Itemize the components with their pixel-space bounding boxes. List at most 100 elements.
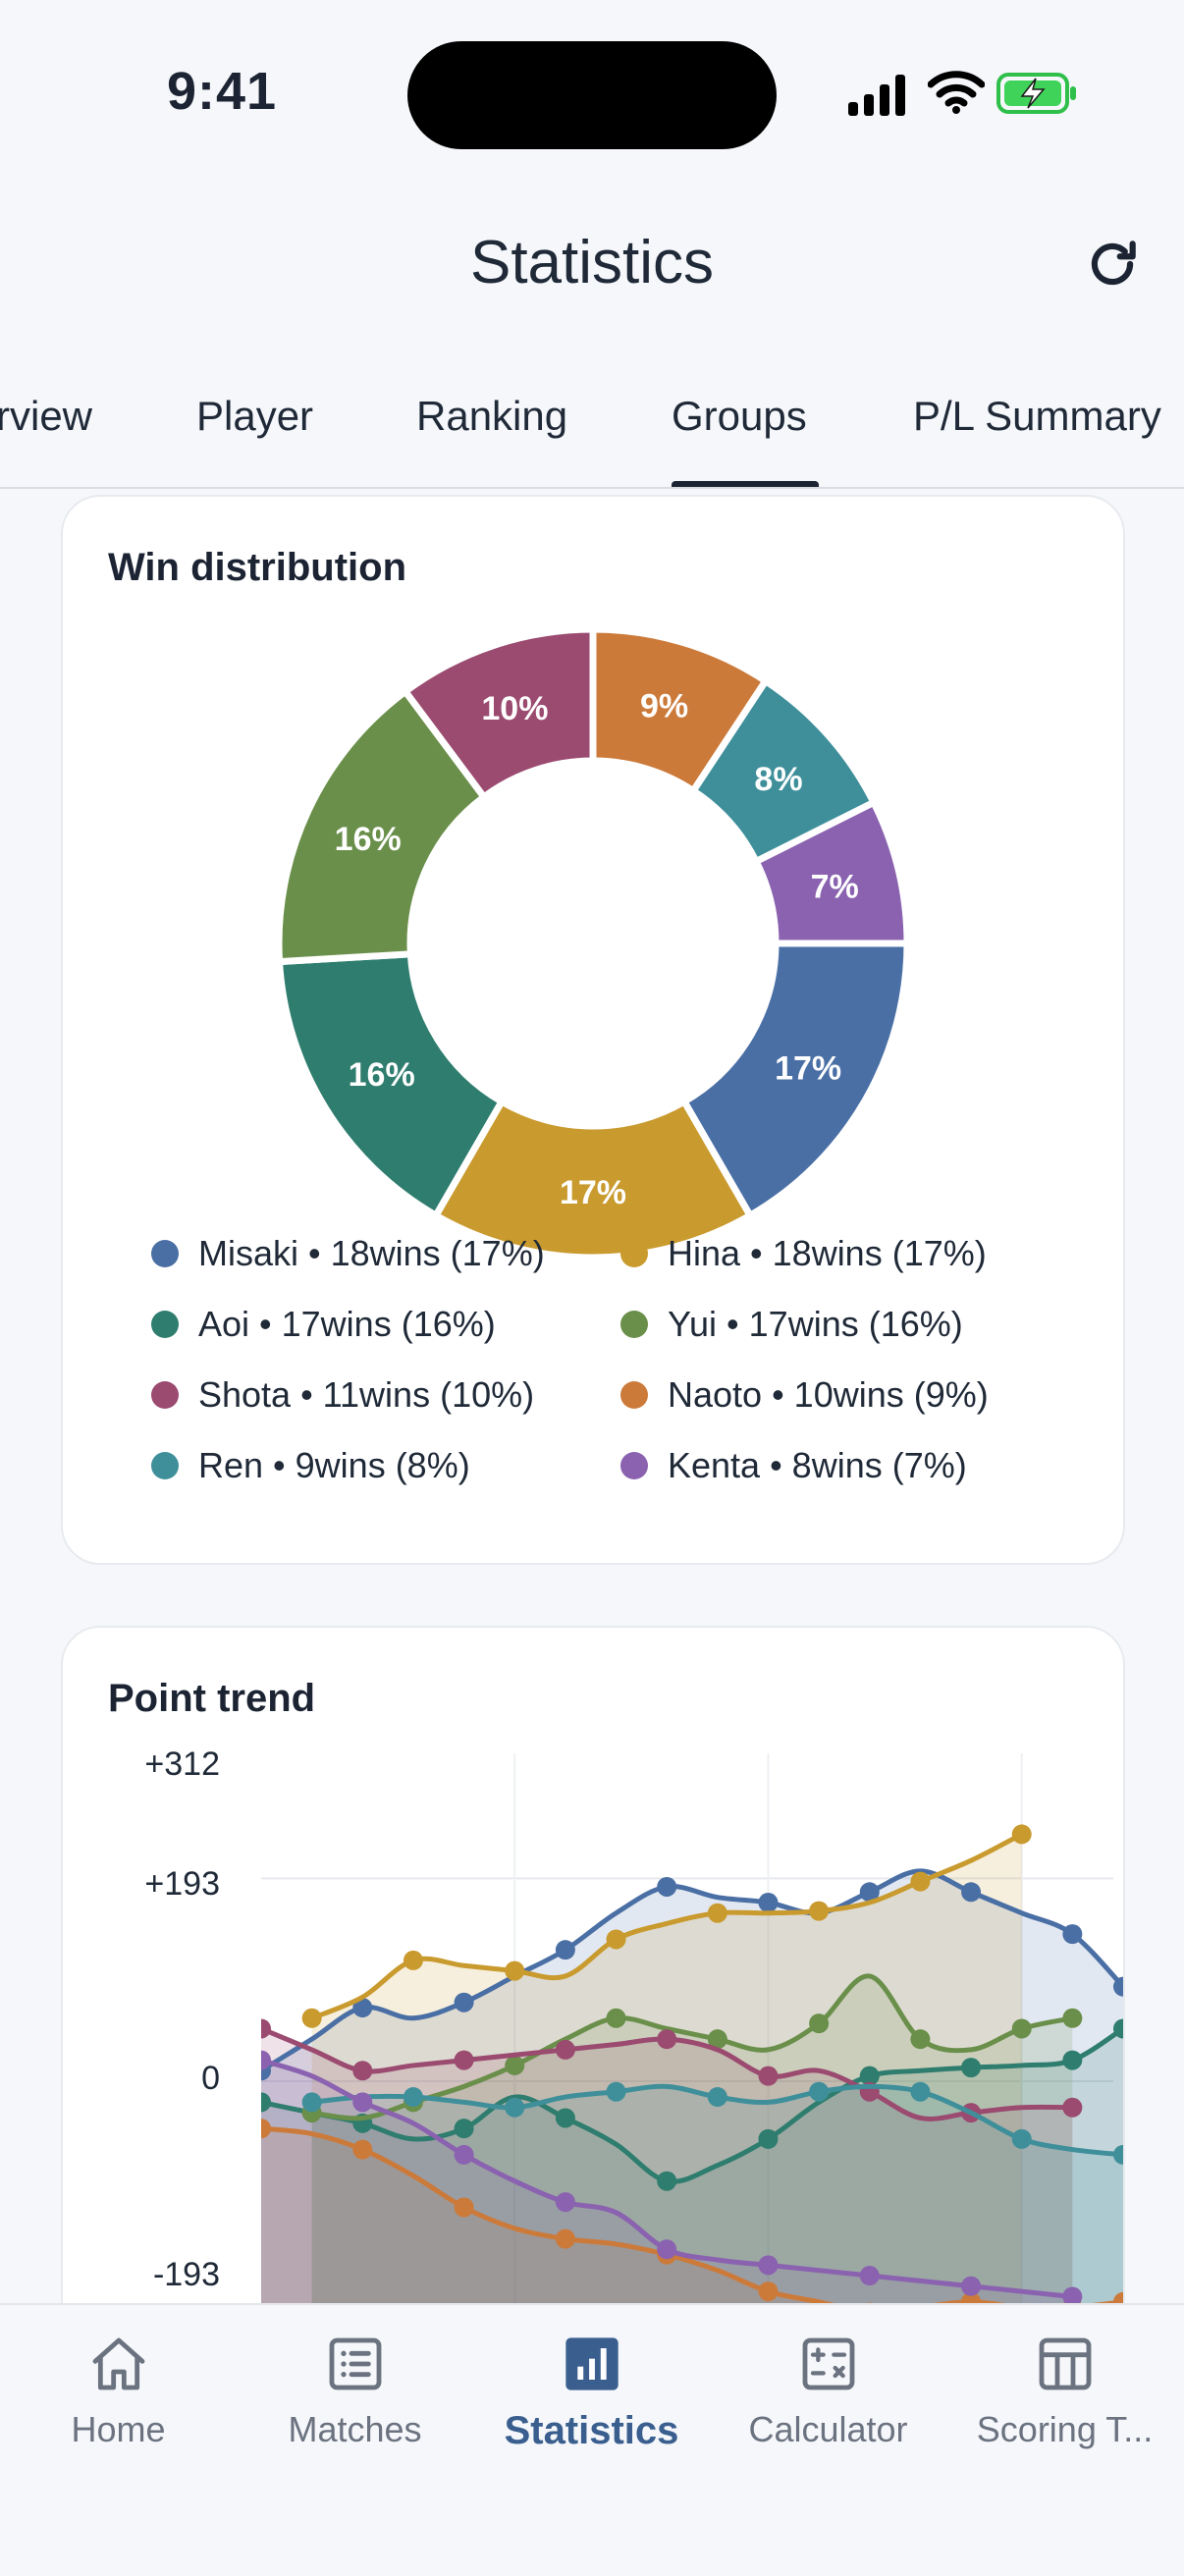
- legend-label: Naoto • 10wins (9%): [668, 1374, 989, 1415]
- donut-slice-label: 16%: [335, 821, 402, 858]
- wifi-icon: [928, 71, 985, 114]
- data-point-misaki: [555, 1940, 575, 1960]
- legend-item-yui: Yui • 17wins (16%): [620, 1304, 963, 1345]
- legend-item-naoto: Naoto • 10wins (9%): [620, 1374, 989, 1416]
- tab-ranking[interactable]: Ranking: [416, 393, 567, 440]
- legend-dot: [151, 1452, 179, 1479]
- legend-label: Ren • 9wins (8%): [198, 1445, 470, 1485]
- data-point-aoi: [454, 2119, 474, 2139]
- data-point-misaki: [1062, 1924, 1083, 1945]
- legend-item-hina: Hina • 18wins (17%): [620, 1233, 987, 1274]
- donut-slice-label: 10%: [481, 690, 548, 727]
- data-point-aoi: [657, 2171, 677, 2191]
- data-point-hina: [301, 2008, 322, 2028]
- data-point-ren: [910, 2081, 931, 2102]
- cellular-signal-icon: [848, 75, 905, 116]
- legend-label: Hina • 18wins (17%): [668, 1233, 987, 1273]
- data-point-hina: [910, 1871, 931, 1892]
- data-point-yui: [910, 2029, 931, 2050]
- tab-divider: [0, 487, 1184, 489]
- tab-bar: rview Player Ranking Groups P/L Summary: [0, 383, 1184, 489]
- data-point-hina: [606, 1929, 626, 1950]
- legend-dot: [620, 1311, 648, 1338]
- data-point-hina: [505, 1960, 525, 1981]
- bar-chart-icon: [565, 2337, 619, 2390]
- data-point-aoi: [758, 2128, 779, 2149]
- data-point-ren: [301, 2092, 322, 2113]
- legend-item-kenta: Kenta • 8wins (7%): [620, 1445, 967, 1486]
- battery-charging-icon: [996, 73, 1076, 114]
- nav-matches[interactable]: Matches: [237, 2333, 473, 2450]
- data-point-hina: [809, 1901, 830, 1921]
- data-point-naoto: [261, 2119, 271, 2139]
- data-point-shota: [261, 2018, 271, 2039]
- tab-player[interactable]: Player: [196, 393, 313, 440]
- legend-label: Kenta • 8wins (7%): [668, 1445, 967, 1485]
- donut-slice-label: 7%: [811, 869, 859, 906]
- data-point-kenta: [261, 2050, 271, 2070]
- calculator-icon: [802, 2337, 854, 2390]
- data-point-kenta: [454, 2144, 474, 2165]
- page-title: Statistics: [469, 229, 715, 296]
- data-point-ren: [1011, 2128, 1032, 2149]
- point-trend-chart: [261, 1753, 1123, 2360]
- tab-pl-summary[interactable]: P/L Summary: [913, 393, 1161, 440]
- plot-area: [261, 1824, 1123, 2360]
- nav-home[interactable]: Home: [0, 2333, 237, 2450]
- legend-label: Misaki • 18wins (17%): [198, 1233, 545, 1273]
- donut-slice-label: 8%: [754, 761, 802, 798]
- data-point-shota: [758, 2066, 779, 2086]
- legend-dot: [151, 1381, 179, 1409]
- status-time: 9:41: [167, 62, 278, 121]
- data-point-kenta: [859, 2266, 880, 2286]
- legend-dot: [151, 1311, 179, 1338]
- data-point-yui: [1011, 2018, 1032, 2039]
- data-point-hina: [1011, 1824, 1032, 1845]
- data-point-shota: [454, 2050, 474, 2070]
- legend-dot: [620, 1381, 648, 1409]
- data-point-naoto: [352, 2139, 373, 2160]
- table-icon: [1039, 2337, 1091, 2390]
- donut-slice-label: 17%: [775, 1050, 841, 1088]
- data-point-kenta: [555, 2192, 575, 2213]
- point-trend-card: Point trend +312 +193 0 -193: [61, 1626, 1125, 2415]
- donut-slice-label: 16%: [349, 1056, 415, 1094]
- donut-slice-label: 9%: [640, 688, 688, 725]
- legend-label: Shota • 11wins (10%): [198, 1374, 535, 1415]
- data-point-ren: [809, 2081, 830, 2102]
- tab-groups[interactable]: Groups: [672, 393, 807, 440]
- nav-scoring-table[interactable]: Scoring T...: [946, 2333, 1183, 2450]
- data-point-aoi: [1062, 2050, 1083, 2070]
- win-distribution-donut-chart: 17% 17% 16% 16% 10% 9% 8% 7%: [275, 625, 911, 1261]
- nav-label: Scoring T...: [976, 2409, 1154, 2449]
- legend-label: Yui • 17wins (16%): [668, 1304, 963, 1344]
- legend-dot: [620, 1452, 648, 1479]
- data-point-naoto: [454, 2197, 474, 2218]
- legend-item-misaki: Misaki • 18wins (17%): [151, 1233, 545, 1274]
- data-point-kenta: [352, 2092, 373, 2113]
- data-point-shota: [352, 2061, 373, 2081]
- nav-label: Matches: [288, 2409, 422, 2449]
- nav-statistics[interactable]: Statistics: [473, 2333, 710, 2453]
- data-point-yui: [606, 2008, 626, 2028]
- data-point-misaki: [454, 1992, 474, 2012]
- data-point-misaki: [657, 1876, 677, 1897]
- list-icon: [329, 2337, 381, 2390]
- data-point-shota: [555, 2039, 575, 2060]
- data-point-kenta: [758, 2255, 779, 2276]
- data-point-misaki: [961, 1882, 982, 1903]
- data-point-aoi: [261, 2092, 271, 2113]
- data-point-kenta: [961, 2276, 982, 2296]
- tab-overview[interactable]: rview: [0, 393, 92, 440]
- home-icon: [92, 2337, 144, 2390]
- nav-calculator[interactable]: Calculator: [710, 2333, 946, 2450]
- data-point-aoi: [961, 2058, 982, 2078]
- data-point-naoto: [555, 2228, 575, 2249]
- data-point-ren: [505, 2097, 525, 2118]
- data-point-shota: [1062, 2097, 1083, 2118]
- data-point-yui: [1062, 2008, 1083, 2028]
- data-point-ren: [606, 2081, 626, 2102]
- nav-label: Calculator: [748, 2409, 908, 2449]
- data-point-ren: [403, 2087, 423, 2108]
- refresh-icon[interactable]: [1082, 234, 1143, 295]
